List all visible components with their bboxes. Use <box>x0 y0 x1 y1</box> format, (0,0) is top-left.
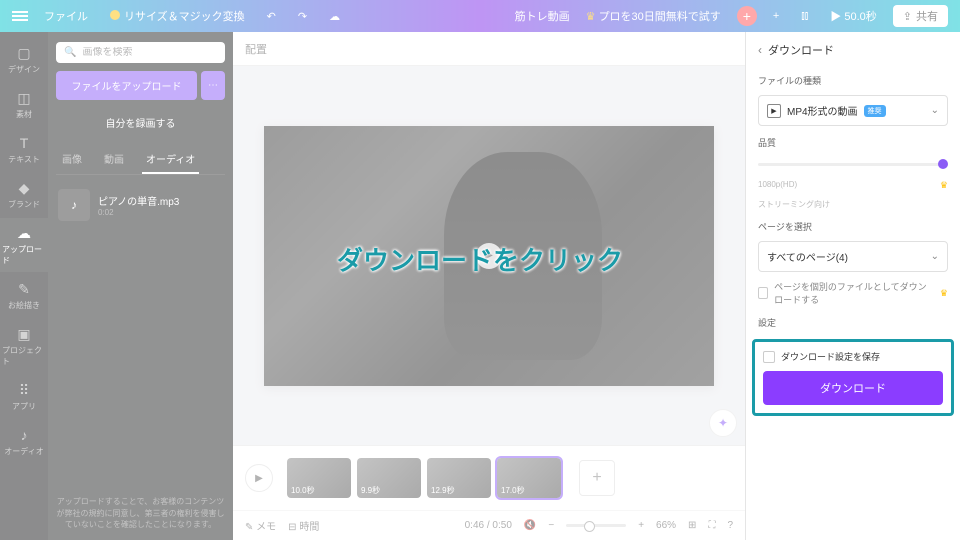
audio-list-item[interactable]: ♪ ピアノの単音.mp3 0:02 <box>56 183 225 227</box>
rail-icon: ♪ <box>15 426 33 444</box>
settings-label: 設定 <box>758 316 948 329</box>
timeline-clip[interactable]: 17.0秒 <box>497 458 561 498</box>
add-page-button[interactable]: + <box>579 460 615 496</box>
rail-icon: ⠿ <box>15 381 33 399</box>
timeline-play-button[interactable]: ▶ <box>245 464 273 492</box>
video-file-icon: ▶ <box>767 104 781 118</box>
download-button[interactable]: ダウンロード <box>763 371 943 405</box>
resize-menu[interactable]: リサイズ＆マジック変換 <box>104 5 251 27</box>
quality-slider[interactable] <box>758 163 948 166</box>
rail-item-ブランド[interactable]: ◆ブランド <box>0 173 48 216</box>
canvas-toolbar: 配置 <box>233 32 745 66</box>
pages-select[interactable]: すべてのページ(4) ⌄ <box>758 241 948 272</box>
filetype-label: ファイルの種類 <box>758 74 948 87</box>
tab-画像[interactable]: 画像 <box>58 145 86 174</box>
add-button[interactable]: + <box>737 6 757 26</box>
time-display: 0:46 / 0:50 <box>465 520 512 531</box>
mute-icon[interactable]: 🔇 <box>524 520 536 531</box>
back-icon[interactable]: ‹ <box>758 43 762 57</box>
side-panel: 🔍 ファイルをアップロード ⋯ 自分を録画する 画像動画オーディオ ♪ ピアノの… <box>48 32 233 540</box>
fullscreen-icon[interactable]: ⛶ <box>708 520 715 531</box>
cloud-sync-icon: ☁ <box>323 7 346 26</box>
panel-title: ダウンロード <box>768 42 834 58</box>
left-rail: ▢デザイン◫素材Tテキスト◆ブランド☁アップロード✎お絵描き▣プロジェクト⠿アプ… <box>0 32 48 540</box>
help-icon[interactable]: ? <box>727 520 733 531</box>
ai-assist-button[interactable]: ✦ <box>709 409 737 437</box>
redo-icon[interactable]: ↷ <box>292 7 313 26</box>
record-self-button[interactable]: 自分を録画する <box>56 108 225 137</box>
rail-item-プロジェクト[interactable]: ▣プロジェクト <box>0 319 48 373</box>
file-menu[interactable]: ファイル <box>38 5 94 27</box>
position-label[interactable]: 配置 <box>245 41 267 57</box>
rail-icon: ◫ <box>15 89 33 107</box>
rail-icon: ▣ <box>15 325 33 343</box>
grid-view-icon[interactable]: ⊞ <box>688 520 696 531</box>
play-duration[interactable]: ▶ 50.0秒 <box>824 5 882 27</box>
rail-item-テキスト[interactable]: Tテキスト <box>0 128 48 171</box>
rail-item-お絵描き[interactable]: ✎お絵描き <box>0 274 48 317</box>
chevron-down-icon: ⌄ <box>931 251 939 262</box>
search-icon: 🔍 <box>64 47 76 58</box>
crown-icon: ♛ <box>940 180 948 191</box>
search-input[interactable]: 🔍 <box>56 42 225 63</box>
rail-item-アップロード[interactable]: ☁アップロード <box>0 218 48 272</box>
separate-files-checkbox[interactable] <box>758 287 768 299</box>
rail-icon: ▢ <box>15 44 33 62</box>
share-button[interactable]: ⇪ 共有 <box>893 5 948 27</box>
crown-icon: ♛ <box>940 288 948 299</box>
tab-オーディオ[interactable]: オーディオ <box>142 145 199 174</box>
annotation-highlight: ダウンロード設定を保存 ダウンロード <box>752 339 954 416</box>
pro-trial-button[interactable]: ♛ プロを30日間無料で試す <box>580 5 727 27</box>
undo-icon[interactable]: ↶ <box>261 7 282 26</box>
tab-動画[interactable]: 動画 <box>100 145 128 174</box>
hamburger-icon[interactable] <box>12 11 28 21</box>
rail-item-アプリ[interactable]: ⠿アプリ <box>0 375 48 418</box>
rail-icon: ☁ <box>15 224 33 242</box>
duration-button[interactable]: ⊟ 時間 <box>288 518 319 533</box>
save-settings-checkbox[interactable] <box>763 351 775 363</box>
notes-button[interactable]: ✎ メモ <box>245 518 276 533</box>
rail-icon: ◆ <box>15 179 33 197</box>
tutorial-annotation: ダウンロードをクリック <box>337 241 623 278</box>
music-note-icon: ♪ <box>58 189 90 221</box>
quality-label: 品質 <box>758 136 948 149</box>
rail-item-デザイン[interactable]: ▢デザイン <box>0 38 48 81</box>
rail-icon: ✎ <box>15 280 33 298</box>
zoom-level: 66% <box>656 520 676 531</box>
project-title-input[interactable] <box>490 10 570 22</box>
timeline: ▶ 10.0秒9.9秒12.9秒17.0秒 + ✎ メモ ⊟ 時間 0:46 /… <box>233 445 745 540</box>
upload-disclaimer: アップロードすることで、お客様のコンテンツが弊社の規約に同意し、第三者の権利を侵… <box>56 496 225 530</box>
timeline-clip[interactable]: 10.0秒 <box>287 458 351 498</box>
plus-light-icon[interactable]: + <box>767 7 785 25</box>
rail-icon: T <box>15 134 33 152</box>
download-panel: ‹ ダウンロード ファイルの種類 ▶ MP4形式の動画 推奨 ⌄ 品質 1080… <box>745 32 960 540</box>
zoom-slider[interactable] <box>566 524 626 527</box>
rail-item-素材[interactable]: ◫素材 <box>0 83 48 126</box>
upload-more-button[interactable]: ⋯ <box>201 71 225 100</box>
filetype-select[interactable]: ▶ MP4形式の動画 推奨 ⌄ <box>758 95 948 126</box>
rail-item-オーディオ[interactable]: ♪オーディオ <box>0 420 48 463</box>
pages-label: ページを選択 <box>758 220 948 233</box>
media-tabs: 画像動画オーディオ <box>56 145 225 175</box>
timeline-clip[interactable]: 12.9秒 <box>427 458 491 498</box>
analytics-icon[interactable]: ⫾⫾ <box>795 7 814 26</box>
upload-file-button[interactable]: ファイルをアップロード <box>56 71 197 100</box>
timeline-clip[interactable]: 9.9秒 <box>357 458 421 498</box>
chevron-down-icon: ⌄ <box>931 105 939 116</box>
